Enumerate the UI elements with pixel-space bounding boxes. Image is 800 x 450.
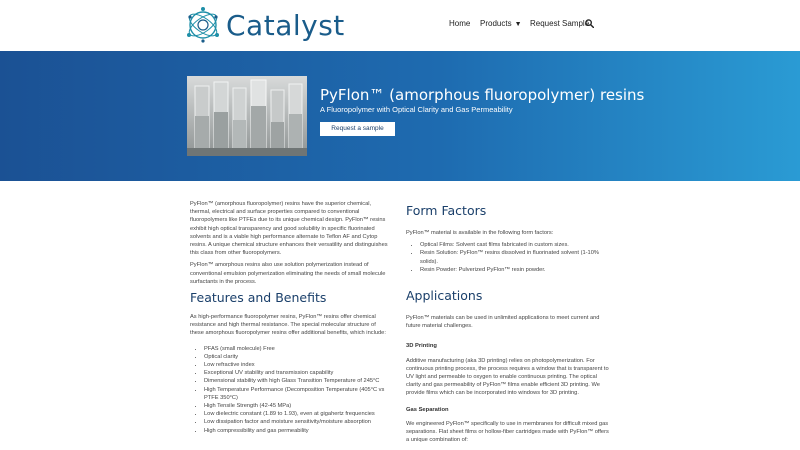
chevron-down-icon: ▼ [514,21,522,28]
form-factors-heading: Form Factors [406,203,487,218]
site-header: Catalyst Home Products ▼ Request Sample [0,0,800,51]
catalyst-logo-icon[interactable] [183,5,223,45]
features-heading: Features and Benefits [190,290,327,306]
applications-intro: PyFlon™ materials can be used in unlimit… [406,315,600,330]
printing-text: Additive manufacturing (aka 3D printing)… [406,357,609,397]
list-item: Optical Films: Solvent cast films fabric… [420,241,611,249]
list-item: Resin Solution: PyFlon™ resins dissolved… [420,249,611,265]
list-item: Dimensional stability with high Glass Tr… [204,377,390,385]
form-factors-list: Optical Films: Solvent cast films fabric… [420,241,611,274]
lab-glassware-image [187,76,307,156]
list-item: High compressibility and gas permeabilit… [204,427,390,435]
nav-request-sample[interactable]: Request Sample [530,19,589,28]
request-sample-button[interactable]: Request a sample [320,122,395,136]
form-factors-intro: PyFlon™ material is available in the fol… [406,230,554,236]
printing-heading: 3D Printing [406,343,437,350]
hero-image [187,76,307,156]
search-icon[interactable] [585,19,594,28]
list-item: Low dissipation factor and moisture sens… [204,418,390,426]
gas-separation-heading: Gas Separation [406,406,449,413]
page-subtitle: A Fluoropolymer with Optical Clarity and… [320,105,513,114]
nav-products[interactable]: Products ▼ [480,19,522,28]
page-title: PyFlon™ (amorphous fluoropolymer) resins [320,86,645,104]
list-item: High Tensile Strength (42-45 MPa) [204,402,390,410]
gas-separation-text: We engineered PyFlon™ specifically to us… [406,420,609,444]
right-column: Form Factors PyFlon™ material is availab… [406,203,611,448]
brand-name[interactable]: Catalyst [226,9,345,42]
list-item: PFAS (small molecule) Free [204,345,390,353]
nav-home[interactable]: Home [449,19,470,28]
applications-heading: Applications [406,288,483,304]
intro-paragraph-1: PyFlon™ (amorphous fluoropolymer) resins… [190,201,388,257]
list-item: Low dielectric constant (1.89 to 1.93), … [204,410,390,418]
list-item: Exceptional UV stability and transmissio… [204,369,390,377]
hero-banner: PyFlon™ (amorphous fluoropolymer) resins… [0,51,800,181]
list-item: High Temperature Performance (Decomposit… [204,386,390,402]
list-item: Resin Powder: Pulverized PyFlon™ resin p… [420,266,611,274]
intro-paragraph-2: PyFlon™ amorphous resins also use soluti… [190,262,386,285]
list-item: Low refractive index [204,361,390,369]
nav-products-label: Products [480,19,512,28]
left-column: PyFlon™ (amorphous fluoropolymer) resins… [190,200,390,435]
features-list: PFAS (small molecule) Free Optical clari… [204,345,390,435]
list-item: Optical clarity [204,353,390,361]
features-intro: As high-performance fluoropolymer resins… [190,314,386,337]
